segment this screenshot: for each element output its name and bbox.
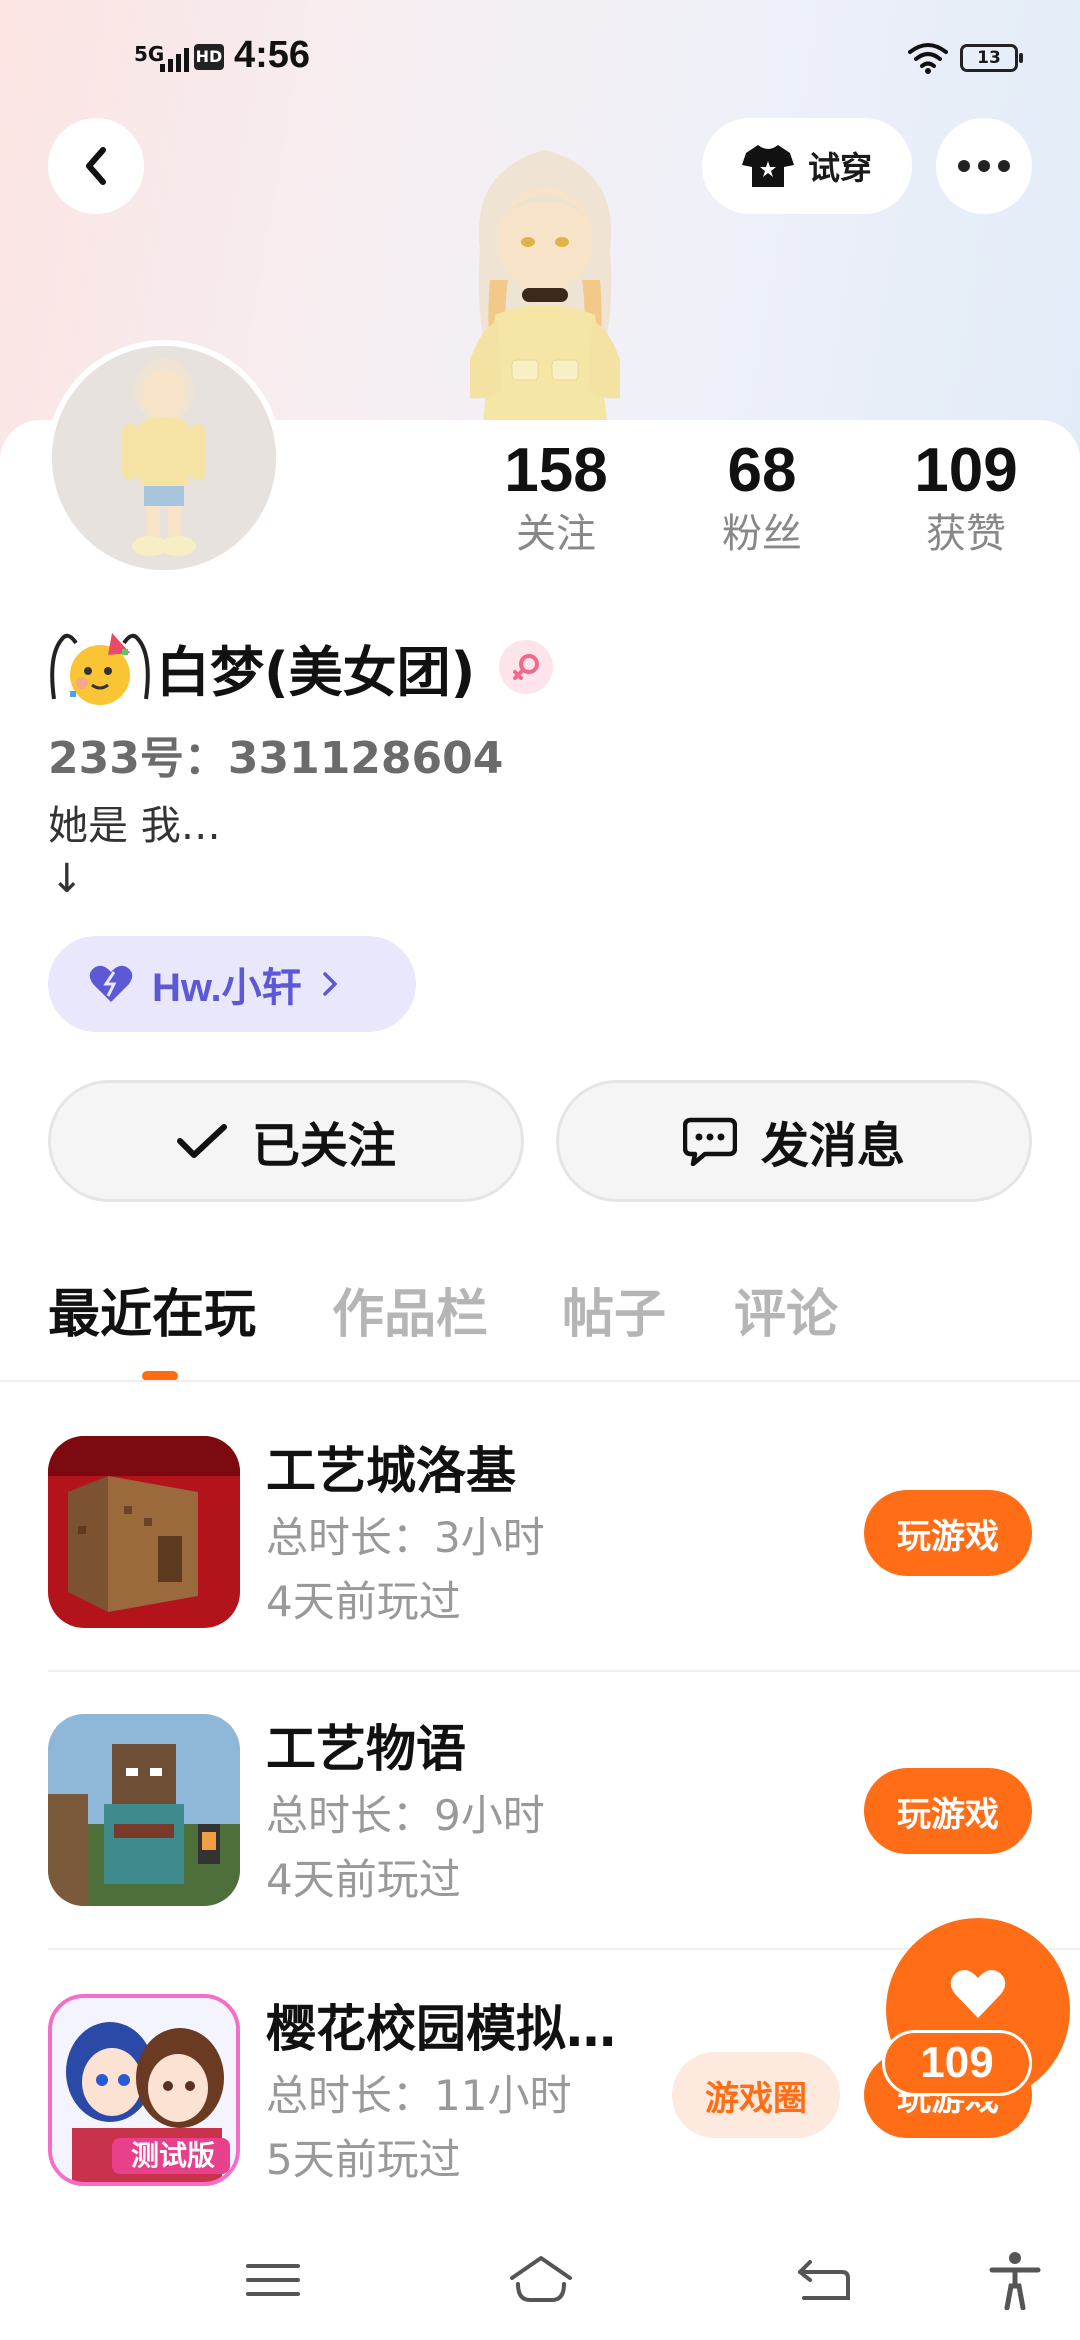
try-on-label: 试穿 [807,149,872,187]
user-id: 233号：331128604 [48,733,504,784]
game-icon-craft-story [48,1714,240,1906]
stat-following[interactable]: 158 关注 [476,436,636,576]
stat-followers-count: 68 [727,436,797,505]
heart-icon [950,1969,1006,2018]
female-gender-icon [499,640,554,694]
game-play-duration: 总时长：9小时 [266,1791,545,1840]
party-face-icon [50,633,150,705]
heart-icon [89,965,133,1002]
home-icon[interactable] [506,2250,576,2310]
avatar[interactable] [46,340,282,576]
menu-icon[interactable] [238,2250,308,2310]
dot-icon [978,160,990,172]
divider [48,1670,1080,1672]
game-community-button[interactable]: 游戏圈 [672,2052,840,2138]
list-item[interactable]: 工艺城洛基 总时长：3小时 4天前玩过 玩游戏 [48,1436,1080,1636]
game-icon-craft-city [48,1436,240,1628]
avatar-figure [52,346,276,570]
try-on-button[interactable]: 试穿 [702,118,912,214]
profile-name: 白梦(美女团) [156,640,476,704]
accessibility-icon[interactable] [980,2250,1050,2310]
stat-following-label: 关注 [516,511,596,557]
bio-arrow: ↓ [50,856,84,902]
stat-following-count: 158 [504,436,608,505]
tab-posts[interactable]: 帖子 [562,1270,666,1360]
tab-works[interactable]: 作品栏 [332,1270,488,1360]
divider [0,1380,1080,1382]
relation-tag[interactable]: Hw.小轩 [48,936,416,1032]
like-count-badge: 109 [882,2030,1032,2096]
stat-likes[interactable]: 109 获赞 [886,436,1046,576]
list-item[interactable]: 工艺物语 总时长：9小时 4天前玩过 玩游戏 [48,1714,1080,1914]
character-avatar-figure [470,150,620,430]
dot-icon [958,160,970,172]
send-message-button[interactable]: 发消息 [556,1080,1032,1202]
profile-tabs: 最近在玩 作品栏 帖子 评论 [0,1270,1080,1380]
play-game-button[interactable]: 玩游戏 [864,1490,1032,1576]
game-last-played: 4天前玩过 [266,1577,461,1626]
stat-likes-label: 获赞 [926,511,1006,557]
profile-page: 5G HD 4:56 13 试穿 158 关注 68 粉丝 109 获赞 白梦(… [0,0,1080,2340]
system-navigation-bar [0,2220,1080,2340]
battery-icon: 13 [960,44,1023,72]
tab-comments[interactable]: 评论 [734,1270,838,1360]
stat-followers[interactable]: 68 粉丝 [682,436,842,576]
game-last-played: 5天前玩过 [266,2135,461,2184]
following-label: 已关注 [251,1118,396,1174]
following-button[interactable]: 已关注 [48,1080,524,1202]
beta-badge: 测试版 [130,2139,215,2172]
game-play-duration: 总时长：3小时 [266,1513,545,1562]
game-title: 樱花校园模拟… [266,2000,616,2058]
stat-followers-label: 粉丝 [722,511,802,557]
status-bar: 5G HD 4:56 13 [0,30,1080,90]
stat-likes-count: 109 [914,436,1018,505]
send-message-label: 发消息 [760,1118,905,1174]
checkmark-icon [176,1124,227,1158]
wifi-icon [908,43,948,74]
signal-icon [160,48,189,72]
relation-tag-label: Hw.小轩 [152,966,302,1010]
chevron-left-icon [86,147,106,185]
game-title: 工艺物语 [266,1720,466,1778]
play-game-button[interactable]: 玩游戏 [864,1768,1032,1854]
hd-voice-icon: HD [194,44,224,70]
bio-text: 她是 我… [48,803,221,849]
battery-level: 13 [977,48,1001,68]
clock: 4:56 [234,34,311,76]
game-icon-sakura-school: 测试版 [48,1994,240,2186]
back-button[interactable] [48,118,144,214]
more-button[interactable] [936,118,1032,214]
name-row: 白梦(美女团) [48,622,554,712]
dot-icon [998,160,1010,172]
chevron-right-icon [322,972,338,996]
chat-bubble-icon [682,1117,737,1166]
game-last-played: 4天前玩过 [266,1855,461,1904]
tshirt-icon [741,145,794,187]
game-title: 工艺城洛基 [266,1442,516,1500]
game-play-duration: 总时长：11小时 [266,2071,572,2120]
back-nav-icon[interactable] [788,2250,858,2310]
tab-recently-played[interactable]: 最近在玩 [48,1270,256,1360]
